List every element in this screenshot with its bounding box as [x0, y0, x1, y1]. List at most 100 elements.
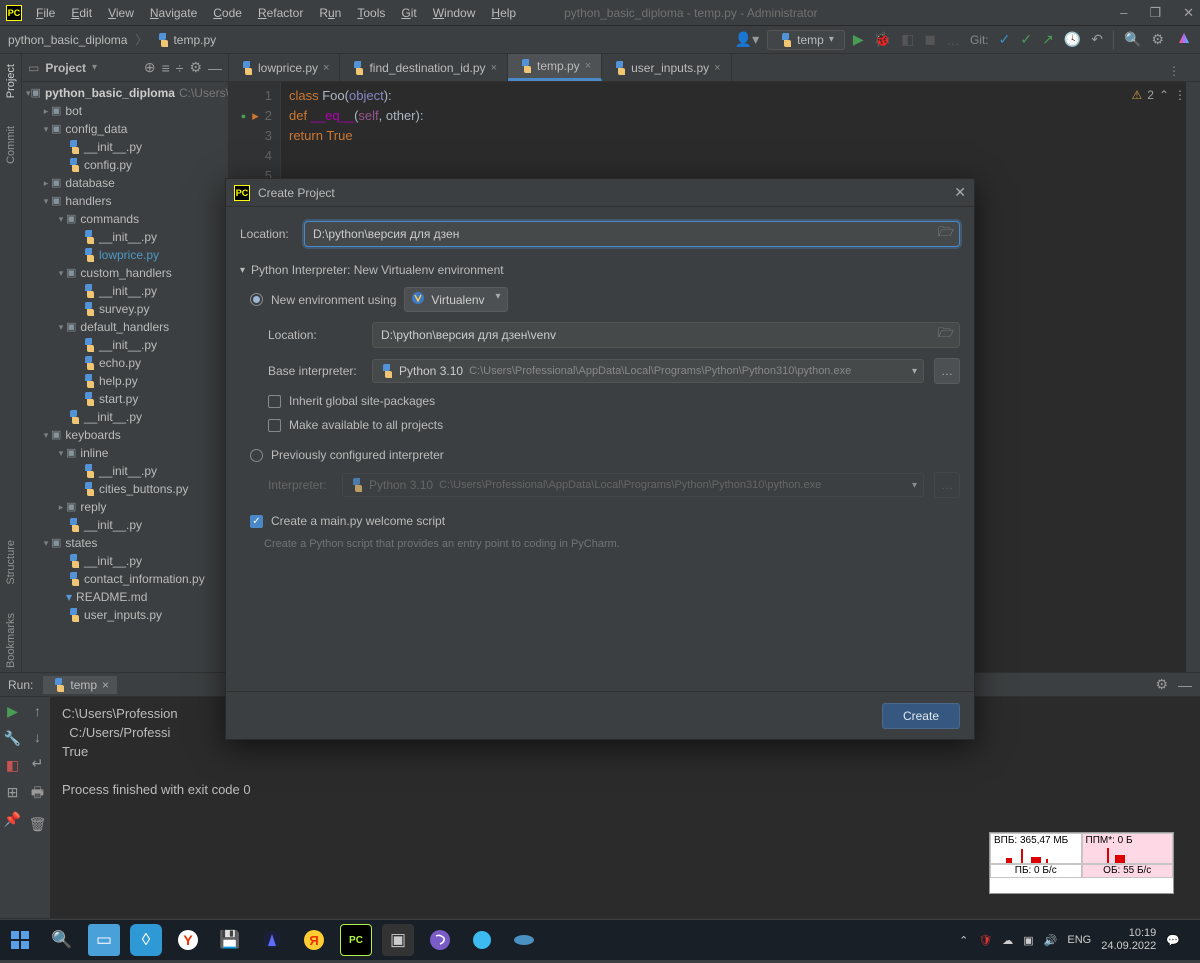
- create-button[interactable]: Create: [882, 703, 960, 729]
- trash-icon[interactable]: 🗑: [29, 816, 47, 833]
- breadcrumb[interactable]: python_basic_diploma 〉 temp.py: [8, 31, 216, 48]
- project-view-icon[interactable]: ▭: [28, 61, 39, 75]
- tree-row[interactable]: __init__.py: [22, 516, 228, 534]
- tree-row[interactable]: ▾▣handlers: [22, 192, 228, 210]
- tree-row[interactable]: __init__.py: [22, 336, 228, 354]
- breadcrumb-file[interactable]: temp.py: [173, 33, 216, 47]
- chevron-down-icon[interactable]: ▾: [92, 62, 97, 73]
- taskbar-pycharm[interactable]: PC: [340, 924, 372, 956]
- tree-row[interactable]: ▸▣reply: [22, 498, 228, 516]
- editor-tab[interactable]: temp.py×: [508, 54, 602, 81]
- tree-row[interactable]: ▸▣database: [22, 174, 228, 192]
- tree-row[interactable]: lowprice.py: [22, 246, 228, 264]
- collapse-all-icon[interactable]: ÷: [176, 60, 184, 76]
- tray-graphics-icon[interactable]: ▣: [1023, 934, 1033, 947]
- debug-icon[interactable]: 🐞: [874, 31, 891, 48]
- dialog-close-icon[interactable]: ✕: [954, 184, 966, 201]
- breadcrumb-project[interactable]: python_basic_diploma: [8, 33, 127, 47]
- base-interpreter-combo[interactable]: Python 3.10 C:\Users\Professional\AppDat…: [372, 359, 924, 383]
- start-menu-icon[interactable]: [4, 924, 36, 956]
- user-icon[interactable]: 👤▾: [735, 31, 759, 48]
- vcs-rollback-icon[interactable]: ↶: [1091, 31, 1103, 48]
- tree-row[interactable]: ▸▣bot: [22, 102, 228, 120]
- tree-row[interactable]: ▾▣config_data: [22, 120, 228, 138]
- tree-row[interactable]: user_inputs.py: [22, 606, 228, 624]
- close-icon[interactable]: ✕: [1183, 5, 1194, 21]
- vcs-commit-icon[interactable]: ✓: [1020, 31, 1032, 48]
- menu-window[interactable]: Window: [425, 2, 484, 24]
- profiler-icon[interactable]: ◼: [924, 31, 936, 48]
- previous-interpreter-radio[interactable]: Previously configured interpreter: [250, 448, 960, 462]
- make-available-checkbox[interactable]: Make available to all projects: [268, 418, 960, 432]
- tray-shield-icon[interactable]: 🛡: [978, 934, 992, 947]
- taskbar-app-1[interactable]: ▭: [88, 924, 120, 956]
- search-task-icon[interactable]: 🔍: [46, 924, 78, 956]
- menu-edit[interactable]: Edit: [63, 2, 100, 24]
- more-icon[interactable]: ⋮: [1174, 88, 1186, 102]
- menu-tools[interactable]: Tools: [349, 2, 393, 24]
- tray-onedrive-icon[interactable]: ☁: [1002, 934, 1013, 947]
- base-interpreter-browse-button[interactable]: …: [934, 358, 960, 384]
- expand-all-icon[interactable]: ≡: [162, 60, 170, 76]
- tray-chat-icon[interactable]: 💬: [1166, 934, 1180, 947]
- vcs-push-icon[interactable]: ↗: [1042, 31, 1054, 48]
- taskbar-app-4[interactable]: 💾: [214, 924, 246, 956]
- run-icon[interactable]: ▶: [853, 31, 864, 48]
- interpreter-section-header[interactable]: ▾ Python Interpreter: New Virtualenv env…: [240, 263, 960, 277]
- run-settings-icon[interactable]: ⚙: [1155, 676, 1168, 693]
- hide-run-icon[interactable]: —: [1178, 677, 1192, 693]
- tray-chevron-icon[interactable]: ⌃: [959, 934, 968, 947]
- create-main-checkbox[interactable]: Create a main.py welcome script: [250, 514, 960, 528]
- stop-icon[interactable]: ◧: [6, 757, 19, 774]
- close-icon[interactable]: ×: [102, 678, 109, 692]
- tree-row[interactable]: __init__.py: [22, 228, 228, 246]
- rerun-icon[interactable]: ▶: [7, 703, 18, 720]
- tree-root[interactable]: ▾ ▣ python_basic_diploma C:\Users\P: [22, 84, 228, 102]
- tree-row[interactable]: __init__.py: [22, 138, 228, 156]
- tree-row[interactable]: __init__.py: [22, 408, 228, 426]
- pin-icon[interactable]: 📌: [4, 811, 21, 828]
- sidebar-tab-commit[interactable]: Commit: [5, 122, 17, 168]
- tree-row[interactable]: __init__.py: [22, 552, 228, 570]
- editor-inspection-widget[interactable]: ⚠ 2 ⌃ ⋮: [1131, 88, 1186, 102]
- editor-tab[interactable]: lowprice.py×: [229, 54, 340, 81]
- sidebar-tab-bookmarks[interactable]: Bookmarks: [5, 609, 17, 672]
- tree-row[interactable]: config.py: [22, 156, 228, 174]
- taskbar-app-7[interactable]: [466, 924, 498, 956]
- tree-row[interactable]: ▾▣default_handlers: [22, 318, 228, 336]
- run-wrench-icon[interactable]: 🔧: [4, 730, 21, 747]
- venv-location-input[interactable]: [372, 322, 960, 348]
- vcs-history-icon[interactable]: 🕓: [1064, 31, 1081, 48]
- panel-settings-icon[interactable]: ⚙: [189, 59, 202, 76]
- tree-row[interactable]: ▾README.md: [22, 588, 228, 606]
- layout-icon[interactable]: ⊞: [7, 784, 19, 801]
- tree-row[interactable]: survey.py: [22, 300, 228, 318]
- taskbar-app-6[interactable]: Я: [298, 924, 330, 956]
- tree-row[interactable]: __init__.py: [22, 282, 228, 300]
- select-opened-file-icon[interactable]: ⊕: [144, 59, 156, 76]
- tree-row[interactable]: ▾▣custom_handlers: [22, 264, 228, 282]
- settings-icon[interactable]: ⚙: [1151, 31, 1164, 48]
- close-tab-icon[interactable]: ×: [491, 62, 497, 74]
- hide-panel-icon[interactable]: —: [208, 60, 222, 76]
- editor-vscrollbar[interactable]: [1186, 82, 1200, 672]
- tree-row[interactable]: start.py: [22, 390, 228, 408]
- taskbar-app-3[interactable]: Y: [172, 924, 204, 956]
- close-tab-icon[interactable]: ×: [585, 60, 591, 72]
- project-header-label[interactable]: Project: [45, 61, 86, 75]
- tree-row[interactable]: contact_information.py: [22, 570, 228, 588]
- restore-icon[interactable]: ❐: [1149, 5, 1161, 21]
- editor-tab[interactable]: user_inputs.py×: [602, 54, 731, 81]
- menu-navigate[interactable]: Navigate: [142, 2, 205, 24]
- scroll-down-icon[interactable]: ↓: [34, 729, 41, 745]
- sidebar-tab-structure[interactable]: Structure: [5, 536, 17, 589]
- tray-volume-icon[interactable]: 🔊: [1044, 934, 1058, 947]
- tray-clock[interactable]: 10:19 24.09.2022: [1101, 927, 1156, 953]
- inherit-packages-checkbox[interactable]: Inherit global site-packages: [268, 394, 960, 408]
- tree-row[interactable]: ▾▣states: [22, 534, 228, 552]
- browse-folder-icon[interactable]: 🗁: [938, 223, 954, 245]
- project-tree[interactable]: ▾ ▣ python_basic_diploma C:\Users\P ▸▣bo…: [22, 82, 228, 626]
- chevron-up-icon[interactable]: ⌃: [1159, 88, 1169, 102]
- menu-view[interactable]: View: [100, 2, 142, 24]
- tree-row[interactable]: __init__.py: [22, 462, 228, 480]
